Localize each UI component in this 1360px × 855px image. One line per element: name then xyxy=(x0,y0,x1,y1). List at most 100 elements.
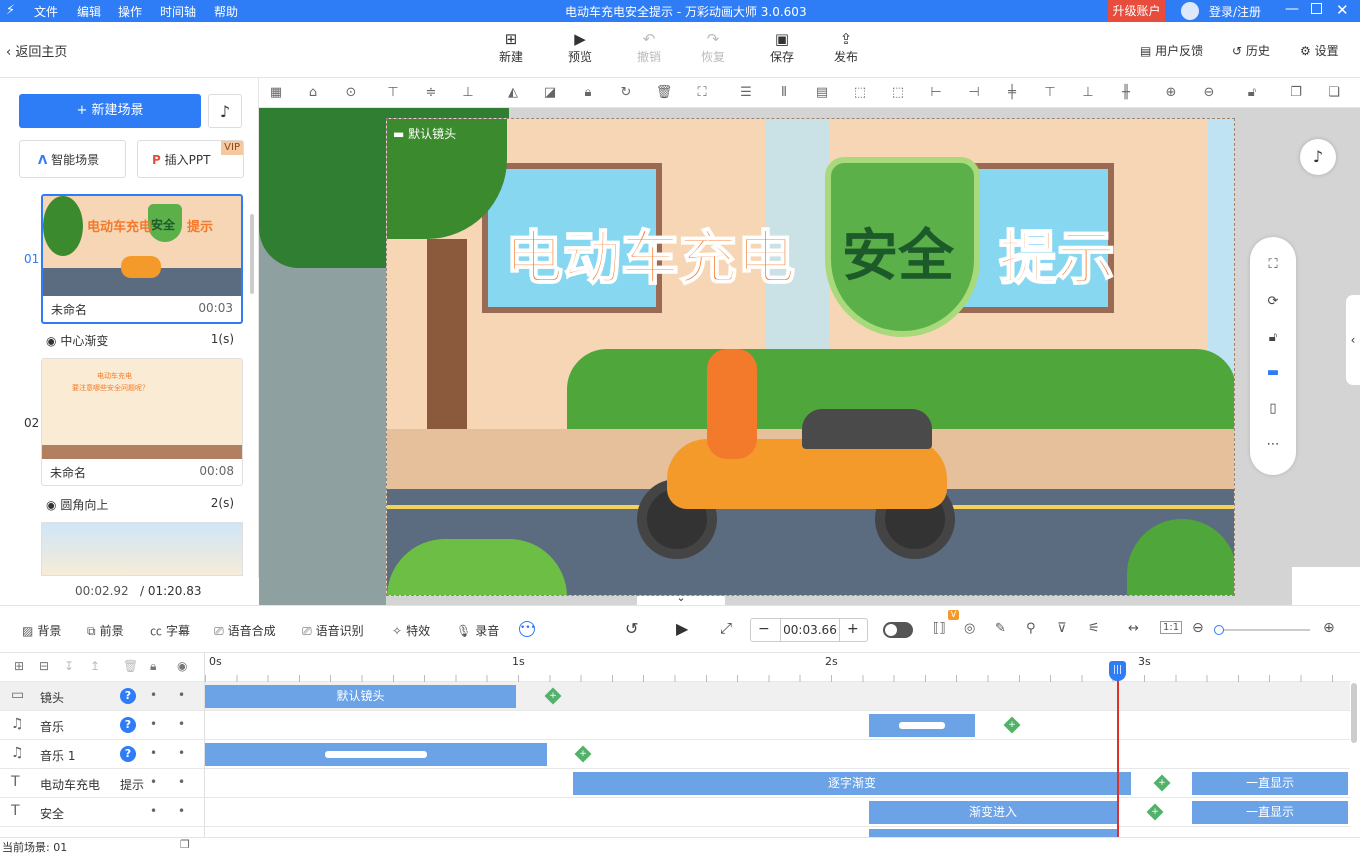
lock-dot[interactable]: • xyxy=(178,717,185,731)
dist-h-icon[interactable]: ☰ xyxy=(737,84,755,102)
track-row-music[interactable]: ♫ 音乐 ? • • + xyxy=(0,711,1350,740)
ruler-icon[interactable]: ▦ xyxy=(267,84,285,102)
play-icon[interactable]: ▶ xyxy=(676,619,688,638)
ungroup-icon[interactable]: ⬚ xyxy=(889,84,907,102)
toggle-switch[interactable] xyxy=(883,622,913,638)
align-top-icon[interactable]: ⊤ xyxy=(384,84,402,102)
undo-button[interactable]: ↶ 撤销 xyxy=(624,30,674,65)
feedback-button[interactable]: ▤ 用户反馈 xyxy=(1140,42,1203,59)
visibility-dot[interactable]: • xyxy=(150,746,157,760)
fit-icon[interactable]: ⟦⟧ xyxy=(933,621,946,636)
crop-icon[interactable]: ⛶ xyxy=(693,84,711,102)
maximize-icon[interactable] xyxy=(1311,3,1322,14)
brush-icon[interactable]: ⚲ xyxy=(1026,621,1036,636)
panel-toggle[interactable]: ‹ xyxy=(1346,295,1360,385)
help-icon[interactable]: ? xyxy=(120,717,136,733)
audio-clip[interactable] xyxy=(205,743,547,766)
playhead-handle[interactable]: ||| xyxy=(1109,661,1126,681)
increment-button[interactable]: + xyxy=(847,621,859,637)
lock-dot[interactable]: • xyxy=(178,775,185,789)
clip-always-show[interactable]: 一直显示 xyxy=(1192,772,1348,795)
track-row-camera[interactable]: ▭ 镜头 ? • • 默认镜头 + xyxy=(0,682,1350,711)
clip-default-camera[interactable]: 默认镜头 xyxy=(205,685,516,708)
zoom-in-timeline-icon[interactable]: ⊕ xyxy=(1323,620,1335,636)
lock-icon[interactable]: 🔒︎ xyxy=(579,84,597,102)
transition-row-01[interactable]: ◉ 中心渐变 1(s) xyxy=(46,332,236,349)
rotate-device-icon[interactable]: ⟳ xyxy=(1263,294,1283,309)
settings-button[interactable]: ⚙ 设置 xyxy=(1300,42,1339,59)
menu-edit[interactable]: 编辑 xyxy=(77,3,101,20)
ratio-icon[interactable]: 1:1 xyxy=(1160,621,1183,634)
back-button[interactable]: ‹ 返回主页 xyxy=(6,41,67,60)
track-row-text-safety[interactable]: T 安全 • • 渐变进入 + 一直显示 xyxy=(0,798,1350,827)
align-middle-icon[interactable]: ≑ xyxy=(422,84,440,102)
preview-button[interactable]: ▶ 预览 xyxy=(555,30,605,65)
menu-timeline[interactable]: 时间轴 xyxy=(160,3,196,20)
mobile-icon[interactable]: ▯ xyxy=(1263,401,1283,416)
clip-typewriter-fade[interactable]: 逐字渐变 xyxy=(573,772,1131,795)
subtitle-button[interactable]: ㏄字幕 xyxy=(150,622,190,639)
voice-recog-button[interactable]: ⎚ 语音识别 xyxy=(302,622,364,639)
minimap[interactable] xyxy=(1292,567,1360,605)
new-button[interactable]: ⊞ 新建 xyxy=(486,30,536,65)
zoom-out-timeline-icon[interactable]: ⊖ xyxy=(1192,620,1204,636)
add-keyframe-icon[interactable]: + xyxy=(1146,803,1164,821)
add-folder-icon[interactable]: ⊞ xyxy=(14,659,24,673)
save-button[interactable]: ▣ 保存 xyxy=(757,30,807,65)
home-icon[interactable]: ⌂ xyxy=(304,84,322,102)
time-input[interactable]: 00:03.66 xyxy=(780,619,840,641)
time-stepper[interactable]: − 00:03.66 + xyxy=(750,618,868,642)
lock-dot[interactable]: • xyxy=(178,688,185,702)
fit-screen-icon[interactable]: ⛶ xyxy=(1263,257,1283,272)
more-circle-icon[interactable]: ⊙ xyxy=(342,84,360,102)
smart-scene-button[interactable]: Λ 智能场景 xyxy=(19,140,126,178)
scene-card-03[interactable] xyxy=(41,522,243,576)
fit-width-icon[interactable]: ↔ xyxy=(1128,621,1139,636)
menu-operate[interactable]: 操作 xyxy=(118,3,142,20)
eye-icon[interactable]: ◉ xyxy=(177,659,187,673)
clip-always-show[interactable]: 一直显示 xyxy=(1192,801,1348,824)
center-v-icon[interactable]: ╫ xyxy=(1117,84,1135,102)
scene-card-02[interactable]: 电动车充电 要注意哪些安全问题呢？ 未命名 00:08 xyxy=(41,358,243,486)
move-up-icon[interactable]: ↥ xyxy=(90,659,100,673)
visibility-dot[interactable]: • xyxy=(150,688,157,702)
align-left-icon[interactable]: ⊢ xyxy=(927,84,945,102)
dist-v-icon[interactable]: ⦀ xyxy=(775,84,793,102)
upgrade-button[interactable]: 升级账户 xyxy=(1108,0,1165,22)
align-right-icon[interactable]: ⊣ xyxy=(965,84,983,102)
delete-icon[interactable]: 🗑︎ xyxy=(655,84,673,102)
title-text-3[interactable]: 提示 xyxy=(998,211,1116,295)
clip-fade-in[interactable]: 渐变进入 xyxy=(869,801,1117,824)
publish-button[interactable]: ⇪ 发布 xyxy=(821,30,871,65)
menu-file[interactable]: 文件 xyxy=(34,3,58,20)
rotate-icon[interactable]: ↻ xyxy=(617,84,635,102)
new-scene-button[interactable]: + 新建场景 xyxy=(19,94,201,128)
lock-dot[interactable]: • xyxy=(178,746,185,760)
add-keyframe-icon[interactable]: + xyxy=(1003,716,1021,734)
scene-scrollbar[interactable] xyxy=(250,214,254,294)
time-ruler[interactable]: 0s 1s 2s 3s xyxy=(204,653,1351,682)
track-row-music-1[interactable]: ♫ 音乐 1 ? • • + xyxy=(0,740,1350,769)
more-options-icon[interactable]: ••• xyxy=(519,621,536,637)
history-button[interactable]: ↺ 历史 xyxy=(1232,42,1270,59)
lock-dot[interactable]: • xyxy=(178,804,185,818)
tracks-scrollbar[interactable] xyxy=(1351,683,1357,743)
add-keyframe-icon[interactable]: + xyxy=(574,745,592,763)
visibility-dot[interactable]: • xyxy=(150,717,157,731)
title-text-2[interactable]: 安全 xyxy=(842,211,954,292)
clip-partial[interactable] xyxy=(869,829,1117,837)
paste-icon[interactable]: ❏ xyxy=(1325,84,1343,102)
lock-all-icon[interactable]: 🔒︎ xyxy=(150,659,156,674)
visibility-dot[interactable]: • xyxy=(150,804,157,818)
voice-synth-button[interactable]: ⎚ 语音合成 xyxy=(214,622,276,639)
trash-icon[interactable]: 🗑︎ xyxy=(123,659,138,673)
zoom-slider-handle[interactable] xyxy=(1214,625,1224,635)
visibility-dot[interactable]: • xyxy=(150,775,157,789)
sliders-icon[interactable]: ⚟ xyxy=(1088,621,1100,636)
align-bottom-icon[interactable]: ⊥ xyxy=(459,84,477,102)
record-button[interactable]: 🎙︎ 录音 xyxy=(456,622,499,639)
skew-icon[interactable]: ◪ xyxy=(541,84,559,102)
bottom-edge-icon[interactable]: ⊥ xyxy=(1079,84,1097,102)
fullscreen-icon[interactable]: ⤢ xyxy=(720,619,732,637)
scooter[interactable] xyxy=(637,339,967,559)
